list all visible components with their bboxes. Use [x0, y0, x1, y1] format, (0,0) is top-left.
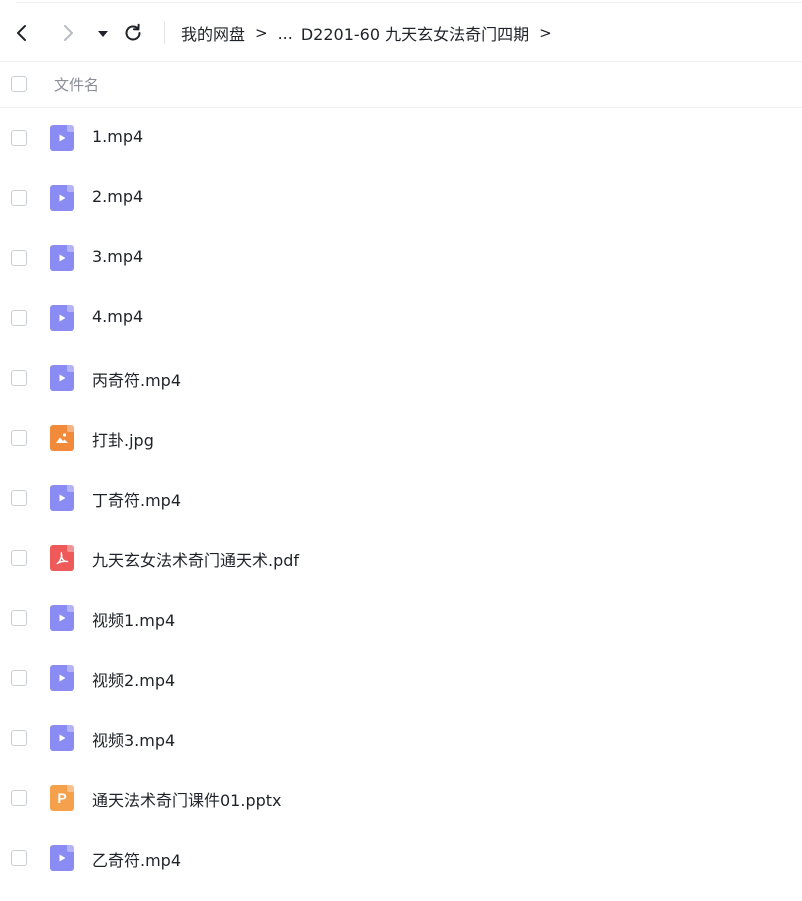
file-name[interactable]: 4.mp4 — [92, 307, 143, 326]
file-row[interactable]: 打卦.jpg — [0, 408, 802, 468]
file-checkbox[interactable] — [11, 850, 27, 866]
file-name[interactable]: 乙奇符.mp4 — [92, 847, 181, 871]
file-checkbox[interactable] — [11, 490, 27, 506]
file-name[interactable]: 通天法术奇门课件01.pptx — [92, 787, 282, 811]
file-checkbox[interactable] — [11, 790, 27, 806]
file-checkbox[interactable] — [11, 670, 27, 686]
file-row[interactable]: 九天玄女法术奇门通天术.pdf — [0, 528, 802, 588]
video-file-icon — [50, 185, 74, 211]
file-name[interactable]: 丁奇符.mp4 — [92, 487, 181, 511]
file-name[interactable]: 3.mp4 — [92, 247, 143, 266]
file-name[interactable]: 1.mp4 — [92, 127, 143, 146]
file-checkbox[interactable] — [11, 430, 27, 446]
breadcrumb-root[interactable]: 我的网盘 — [181, 21, 245, 45]
file-checkbox[interactable] — [11, 730, 27, 746]
toolbar-divider — [164, 22, 165, 44]
file-name[interactable]: 丙奇符.mp4 — [92, 367, 181, 391]
breadcrumb-current[interactable]: D2201-60 九天玄女法奇门四期 — [301, 21, 529, 45]
file-checkbox[interactable] — [11, 310, 27, 326]
breadcrumb-separator: > — [539, 24, 552, 42]
refresh-icon — [125, 23, 141, 41]
file-row[interactable]: 2.mp4 — [0, 168, 802, 228]
file-name[interactable]: 2.mp4 — [92, 187, 143, 206]
file-checkbox[interactable] — [11, 190, 27, 206]
forward-button[interactable] — [56, 21, 80, 45]
list-header: 文件名 — [0, 62, 802, 107]
video-file-icon — [50, 125, 74, 151]
file-checkbox[interactable] — [11, 610, 27, 626]
video-file-icon — [50, 845, 74, 871]
file-checkbox[interactable] — [11, 550, 27, 566]
file-name[interactable]: 打卦.jpg — [92, 427, 154, 451]
history-dropdown-button[interactable] — [95, 21, 111, 45]
file-checkbox[interactable] — [11, 130, 27, 146]
toolbar: 我的网盘 > ... D2201-60 九天玄女法奇门四期 > — [0, 3, 802, 61]
file-checkbox[interactable] — [11, 250, 27, 266]
video-file-icon — [50, 605, 74, 631]
refresh-button[interactable] — [121, 21, 145, 45]
image-file-icon — [50, 425, 74, 451]
file-row[interactable]: 1.mp4 — [0, 108, 802, 168]
file-name[interactable]: 视频1.mp4 — [92, 607, 175, 631]
chevron-left-icon — [17, 25, 26, 41]
file-name[interactable]: 视频3.mp4 — [92, 727, 175, 751]
ppt-file-icon: P — [50, 785, 74, 811]
select-all-checkbox[interactable] — [11, 76, 27, 92]
file-row[interactable]: 视频3.mp4 — [0, 708, 802, 768]
video-file-icon — [50, 305, 74, 331]
file-row[interactable]: 视频2.mp4 — [0, 648, 802, 708]
file-row[interactable]: 3.mp4 — [0, 228, 802, 288]
file-row[interactable]: P 通天法术奇门课件01.pptx — [0, 768, 802, 828]
file-row[interactable]: 4.mp4 — [0, 288, 802, 348]
breadcrumb: 我的网盘 > ... D2201-60 九天玄女法奇门四期 > — [181, 21, 562, 45]
video-file-icon — [50, 725, 74, 751]
column-header-filename[interactable]: 文件名 — [54, 74, 99, 95]
file-row[interactable]: 丁奇符.mp4 — [0, 468, 802, 528]
file-row[interactable]: 丙奇符.mp4 — [0, 348, 802, 408]
file-row[interactable]: 视频1.mp4 — [0, 588, 802, 648]
video-file-icon — [50, 485, 74, 511]
file-name[interactable]: 视频2.mp4 — [92, 667, 175, 691]
breadcrumb-ellipsis[interactable]: ... — [278, 24, 293, 43]
chevron-right-icon — [64, 25, 73, 41]
back-button[interactable] — [10, 21, 34, 45]
pdf-file-icon — [50, 545, 74, 571]
file-row[interactable]: 乙奇符.mp4 — [0, 828, 802, 888]
caret-down-icon — [98, 31, 108, 37]
video-file-icon — [50, 245, 74, 271]
file-name[interactable]: 九天玄女法术奇门通天术.pdf — [92, 547, 299, 571]
svg-text:P: P — [57, 790, 66, 806]
breadcrumb-separator: > — [255, 24, 268, 42]
file-checkbox[interactable] — [11, 370, 27, 386]
video-file-icon — [50, 665, 74, 691]
video-file-icon — [50, 365, 74, 391]
